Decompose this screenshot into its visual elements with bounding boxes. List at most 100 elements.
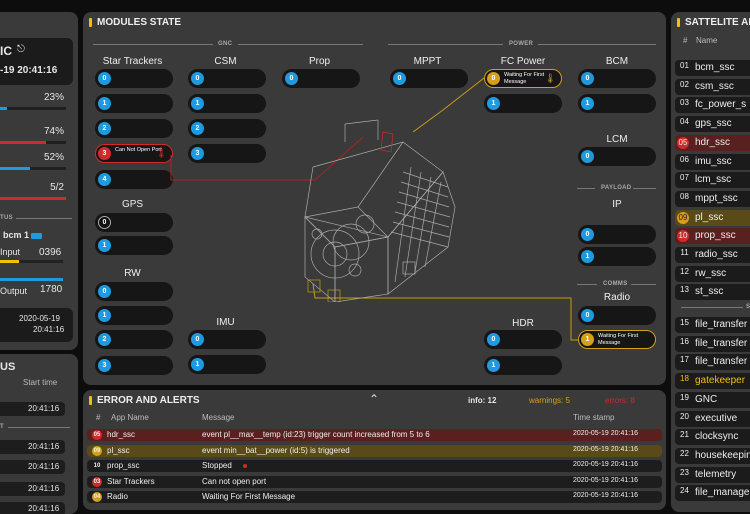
alert-row[interactable]: 04 Radio Waiting For First Message 2020-05-… xyxy=(87,491,662,503)
apps-col-no: # xyxy=(683,36,688,45)
input-bar xyxy=(0,260,63,263)
stamp-time: 20:41:16 xyxy=(33,325,65,334)
app-name: mppt_ssc xyxy=(695,192,738,204)
alert-no-badge: 05 xyxy=(92,430,102,440)
app-item-housekeeping[interactable]: 22 housekeeping xyxy=(675,447,750,464)
battery-icon xyxy=(31,233,42,239)
alert-app: Star Trackers xyxy=(107,476,155,486)
app-item-rw-ssc[interactable]: 12 rw_ssc xyxy=(675,265,750,282)
app-item-GNC[interactable]: 19 GNC xyxy=(675,391,750,408)
stat-bar xyxy=(0,141,66,144)
alert-row[interactable]: 05 hdr_ssc event pl__max__temp (id:23) tri… xyxy=(87,429,662,441)
alert-ts: 2020-05-19 20:41:16 xyxy=(573,476,638,484)
app-item-mppt-ssc[interactable]: 08 mppt_ssc xyxy=(675,190,750,207)
app-item-file-transfer[interactable]: 15 file_transfer xyxy=(675,317,750,333)
stat-bar xyxy=(0,167,66,170)
app-no: 11 xyxy=(680,248,689,257)
satellite-apps-panel: SATTELITE AP # Name S 01 bcm_ssc 02 csm_ssc… xyxy=(671,12,750,512)
app-item-file-transfer[interactable]: 17 file_transfer xyxy=(675,354,750,371)
app-name: telemetry xyxy=(695,468,737,480)
alert-ts: 2020-05-19 20:41:16 xyxy=(573,461,638,468)
current-datetime: -19 20:41:16 xyxy=(0,65,58,76)
app-item-gps-ssc[interactable]: 04 gps_ssc xyxy=(675,116,750,133)
app-item-csm-ssc[interactable]: 02 csm_ssc xyxy=(675,78,750,95)
app-name: GNC xyxy=(695,393,718,405)
alert-app: hdr_ssc xyxy=(107,430,136,439)
logout-icon[interactable]: ⎋ xyxy=(17,44,25,55)
app-no: 19 xyxy=(680,392,689,402)
app-no: 06 xyxy=(680,154,689,164)
app-item-bcm-ssc[interactable]: 01 bcm_ssc xyxy=(675,60,750,76)
errors-title: ERROR AND ALERTS xyxy=(97,394,200,406)
app-item-pl-ssc[interactable]: 09 pl_ssc xyxy=(675,209,750,226)
alert-row[interactable]: 10 prop_ssc Stopped 2020-05-19 20:41:16 xyxy=(87,460,662,472)
app-no: 09 xyxy=(677,211,689,224)
app-item-executive[interactable]: 20 executive xyxy=(675,410,750,427)
app-no: 10 xyxy=(677,230,689,243)
app-name: gatekeeper xyxy=(695,375,746,387)
input-value: 0396 xyxy=(39,247,62,258)
app-no: 24 xyxy=(680,486,689,496)
status-row[interactable]: 20:41:16 xyxy=(0,482,65,496)
app-no: 07 xyxy=(680,173,689,183)
app-no: 16 xyxy=(680,336,689,346)
app-no: 15 xyxy=(680,318,689,327)
alert-no-badge: 03 xyxy=(92,476,102,487)
app-item-gatekeeper[interactable]: 18 gatekeeper xyxy=(675,373,750,390)
app-no: 08 xyxy=(680,191,689,201)
app-no: 01 xyxy=(680,61,689,70)
info-count: info: 12 xyxy=(468,396,497,405)
warnings-count: warnings: 5 xyxy=(529,396,570,405)
status-start-time: 20:41:16 xyxy=(28,462,60,471)
app-name: fc_power_s xyxy=(695,99,747,111)
status-row[interactable]: 20:41:16 xyxy=(0,402,65,416)
app-item-lcm-ssc[interactable]: 07 lcm_ssc xyxy=(675,172,750,189)
errors-count: errors: 8 xyxy=(605,396,635,405)
status-row[interactable]: 20:41:16 xyxy=(0,460,65,474)
app-name: csm_ssc xyxy=(695,80,734,92)
app-no: 22 xyxy=(680,448,689,458)
errors-alerts-panel: ERROR AND ALERTS ⌃ info: 12 warnings: 5 … xyxy=(83,390,666,510)
panel-title: IC xyxy=(0,44,12,58)
app-name: prop_ssc xyxy=(695,230,736,242)
app-name: rw_ssc xyxy=(695,267,727,279)
alert-msg: event min__bat__power (id:5) is triggere… xyxy=(202,445,350,455)
output-value: 1780 xyxy=(40,284,63,295)
stamp-box: 2020-05-19 20:41:16 xyxy=(0,308,73,342)
app-no: 05 xyxy=(677,136,689,149)
stat-bar xyxy=(0,107,66,110)
alert-ts: 2020-05-19 20:41:16 xyxy=(573,492,638,499)
status-panel-title: US xyxy=(0,361,16,373)
app-item-clocksync[interactable]: 21 clocksync xyxy=(675,429,750,446)
app-name: radio_ssc xyxy=(695,249,738,260)
app-item-hdr-ssc[interactable]: 05 hdr_ssc xyxy=(675,134,750,151)
app-name: gps_ssc xyxy=(695,118,732,130)
app-item-imu-ssc[interactable]: 06 imu_ssc xyxy=(675,153,750,170)
stat-value: 5/2 xyxy=(50,182,64,193)
overview-panel: IC ⎋ -19 20:41:16 23% 74% 52% 5/2 TUS bcm 1… xyxy=(0,12,78,350)
app-name: bcm_ssc xyxy=(695,62,735,73)
apps-col-name: Name xyxy=(696,36,718,45)
stat-value: 74% xyxy=(43,126,64,137)
app-no: 12 xyxy=(680,266,689,276)
app-name: file_manage xyxy=(695,487,750,499)
modules-state-panel: MODULES STATE GNC POWER PAYLOAD COMMS St… xyxy=(83,12,666,385)
app-no: 20 xyxy=(680,411,689,421)
status-row[interactable]: 20:41:16 xyxy=(0,502,65,514)
app-item-radio-ssc[interactable]: 11 radio_ssc xyxy=(675,247,750,263)
app-item-fc-power-s[interactable]: 03 fc_power_s xyxy=(675,97,750,114)
app-name: pl_ssc xyxy=(695,211,724,223)
app-item-st-ssc[interactable]: 13 st_ssc xyxy=(675,284,750,301)
app-item-file-manage[interactable]: 24 file_manage xyxy=(675,485,750,502)
input-label: Input xyxy=(0,247,21,257)
app-item-file-transfer[interactable]: 16 file_transfer xyxy=(675,335,750,352)
status-row[interactable]: 20:41:16 xyxy=(0,440,65,454)
app-item-telemetry[interactable]: 23 telemetry xyxy=(675,466,750,483)
app-no: 03 xyxy=(680,98,689,108)
collapse-chevron-icon[interactable]: ⌃ xyxy=(369,392,379,406)
alert-row[interactable]: 09 pl_ssc event min__bat__power (id:5) is … xyxy=(87,444,662,457)
alert-msg: Stopped xyxy=(202,461,232,470)
app-item-prop-ssc[interactable]: 10 prop_ssc xyxy=(675,228,750,245)
alert-row[interactable]: 03 Star Trackers Can not open port 2020-05-… xyxy=(87,475,662,488)
status-start-time: 20:41:16 xyxy=(28,484,60,493)
